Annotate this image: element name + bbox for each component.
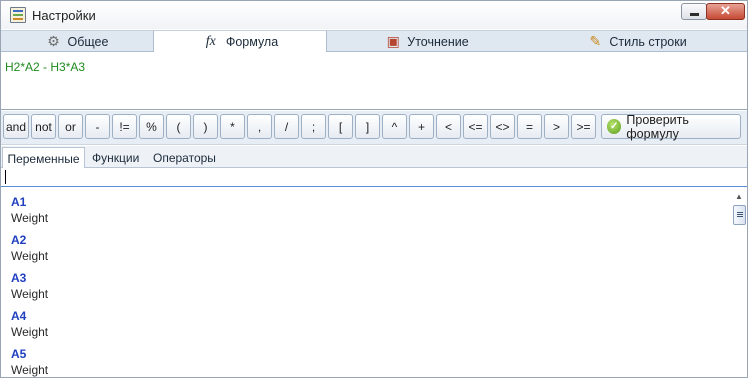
variable-name: A4 bbox=[11, 309, 27, 323]
row-style-icon: ✎ bbox=[589, 33, 602, 49]
check-formula-button[interactable]: ✓ Проверить формулу bbox=[601, 112, 741, 141]
operator-button-less[interactable]: < bbox=[436, 114, 461, 139]
tab-formula[interactable]: fx Формула bbox=[153, 31, 327, 53]
operator-button-power[interactable]: ^ bbox=[382, 114, 407, 139]
tab-label: Стиль строки bbox=[609, 34, 687, 49]
variable-name: A2 bbox=[11, 233, 27, 247]
operator-button-plus[interactable]: + bbox=[409, 114, 434, 139]
gear-icon: ⚙ bbox=[47, 33, 60, 49]
list-item[interactable]: A3 Weight bbox=[11, 271, 711, 302]
settings-window: Настройки ✕ ⚙ Общее fx Формула ▣ Уточнен… bbox=[0, 0, 748, 378]
app-icon bbox=[10, 7, 26, 23]
operator-button-equal[interactable]: = bbox=[517, 114, 542, 139]
operator-button-not[interactable]: not bbox=[31, 114, 56, 139]
tab-refine[interactable]: ▣ Уточнение bbox=[327, 31, 527, 52]
formula-text[interactable]: H2*A2 - H3*A3 bbox=[5, 60, 85, 74]
close-button[interactable]: ✕ bbox=[706, 3, 745, 20]
variable-name: A5 bbox=[11, 347, 27, 361]
check-formula-label: Проверить формулу bbox=[626, 112, 689, 141]
subtab-operators[interactable]: Операторы bbox=[153, 147, 216, 168]
list-item[interactable]: A2 Weight bbox=[11, 233, 711, 264]
list-item[interactable]: A5 Weight bbox=[11, 347, 711, 377]
list-item[interactable]: A4 Weight bbox=[11, 309, 711, 340]
operator-button-not-equal[interactable]: != bbox=[112, 114, 137, 139]
operator-button-close-bracket[interactable]: ] bbox=[355, 114, 380, 139]
variable-type: Weight bbox=[11, 287, 49, 301]
minimize-icon bbox=[690, 13, 699, 16]
text-caret bbox=[5, 170, 6, 184]
operator-button-not-equal-alt[interactable]: <> bbox=[490, 114, 515, 139]
operator-button-close-paren[interactable]: ) bbox=[193, 114, 218, 139]
subtab-functions[interactable]: Функции bbox=[92, 147, 139, 168]
tab-label: Уточнение bbox=[407, 34, 469, 49]
window-title: Настройки bbox=[32, 8, 96, 23]
operator-button-multiply[interactable]: * bbox=[220, 114, 245, 139]
search-input[interactable] bbox=[7, 169, 737, 185]
title-bar: Настройки ✕ bbox=[1, 1, 747, 29]
operator-button-or[interactable]: or bbox=[58, 114, 83, 139]
minimize-button[interactable] bbox=[681, 3, 707, 20]
list-item[interactable]: A1 Weight bbox=[11, 195, 711, 226]
variables-list: A1 Weight A2 Weight A3 Weight A4 Weight … bbox=[1, 189, 731, 377]
search-bar bbox=[1, 168, 747, 187]
close-icon: ✕ bbox=[720, 3, 731, 18]
variable-type: Weight bbox=[11, 211, 49, 225]
operator-button-less-equal[interactable]: <= bbox=[463, 114, 488, 139]
grip-icon bbox=[737, 212, 743, 213]
operator-button-greater-equal[interactable]: >= bbox=[571, 114, 596, 139]
operators-toolbar: and not or - != % ( ) * , / ; [ ] ^ + < … bbox=[1, 111, 747, 145]
operator-button-divide[interactable]: / bbox=[274, 114, 299, 139]
check-circle-icon: ✓ bbox=[607, 119, 622, 134]
operator-button-comma[interactable]: , bbox=[247, 114, 272, 139]
settings-tabs: ⚙ Общее fx Формула ▣ Уточнение ✎ Стиль с… bbox=[1, 30, 747, 53]
reference-tabs: Переменные Функции Операторы bbox=[1, 146, 747, 169]
operator-button-open-paren[interactable]: ( bbox=[166, 114, 191, 139]
variable-type: Weight bbox=[11, 325, 49, 339]
operator-button-minus[interactable]: - bbox=[85, 114, 110, 139]
subtab-variables[interactable]: Переменные bbox=[2, 147, 85, 169]
scroll-up-icon[interactable]: ▲ bbox=[735, 192, 743, 201]
variable-type: Weight bbox=[11, 363, 49, 377]
tab-row-style[interactable]: ✎ Стиль строки bbox=[527, 31, 747, 52]
operator-button-open-bracket[interactable]: [ bbox=[328, 114, 353, 139]
variable-type: Weight bbox=[11, 249, 49, 263]
tab-general[interactable]: ⚙ Общее bbox=[1, 31, 153, 52]
vertical-scrollbar[interactable]: ▲ bbox=[732, 189, 747, 377]
fx-icon: fx bbox=[205, 34, 216, 49]
variable-name: A1 bbox=[11, 195, 27, 209]
refine-icon: ▣ bbox=[386, 33, 400, 49]
tab-label: Общее bbox=[67, 34, 109, 49]
formula-editor[interactable]: H2*A2 - H3*A3 bbox=[1, 52, 747, 110]
operator-button-percent[interactable]: % bbox=[139, 114, 164, 139]
operator-button-semicolon[interactable]: ; bbox=[301, 114, 326, 139]
variable-name: A3 bbox=[11, 271, 27, 285]
tab-label: Формула bbox=[225, 35, 279, 49]
operator-button-greater[interactable]: > bbox=[544, 114, 569, 139]
operator-button-and[interactable]: and bbox=[3, 114, 29, 139]
scroll-thumb[interactable] bbox=[733, 205, 746, 225]
